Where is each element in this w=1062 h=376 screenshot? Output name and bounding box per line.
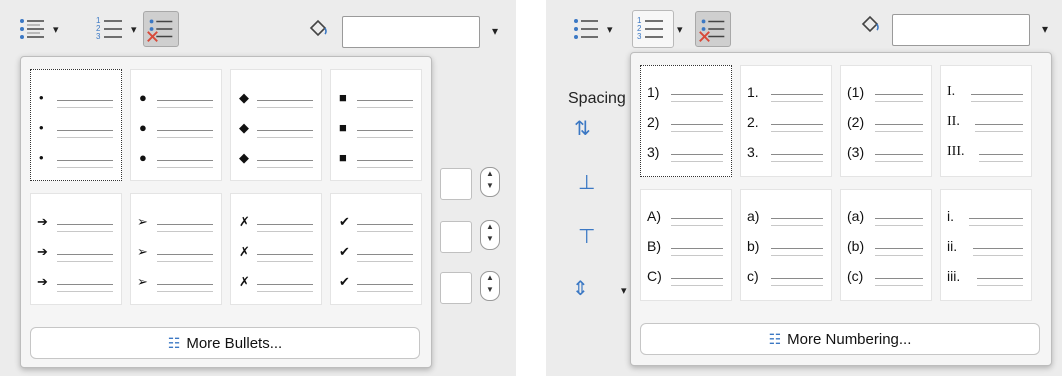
chevron-down-icon[interactable]: ▾ [677,23,683,36]
numbering-toolbar-button[interactable]: 1 2 3 ▾ [632,10,683,48]
highlight-color-combo[interactable] [342,16,480,48]
indent-spinner[interactable]: ▲ ▼ [480,271,500,301]
numbering-style-both-paren-lower-alpha[interactable]: (a) (b) (c) [840,189,932,301]
bullet-list-icon [14,11,50,47]
chevron-down-icon[interactable]: ▾ [131,23,137,36]
spacing-label: Spacing [568,90,626,107]
numbered-list-icon: 1 2 3 [632,10,674,48]
numbering-style-paren-arabic[interactable]: 1) 2) 3) [640,65,732,177]
numbered-list-icon: 1 2 3 [92,11,128,47]
list-settings-icon: ☷ [167,334,181,351]
line-spacing-icon[interactable]: ⇕ [572,276,589,301]
svg-text:3: 3 [637,32,642,41]
space-above-icon[interactable]: ⊥ [578,170,595,195]
bullet-style-arrowhead[interactable]: ➢ ➢ ➢ [130,193,222,305]
numbering-style-both-paren-arabic[interactable]: (1) (2) (3) [840,65,932,177]
numbering-style-paren-upper-alpha[interactable]: A) B) C) [640,189,732,301]
chevron-down-icon[interactable]: ▾ [1042,22,1048,36]
chevron-down-icon[interactable]: ▾ [607,23,613,36]
bullets-popup: • • • ● ● ● ◆ ◆ ◆ ■ ■ ■ ➔ ➔ ➔ ➢ ➢ ➢ ✗ ✗ … [20,56,432,368]
list-settings-icon: ☷ [768,330,782,347]
bullet-style-square[interactable]: ■ ■ ■ [330,69,422,181]
no-list-toolbar-button[interactable] [143,10,179,48]
indent-value-field[interactable] [440,168,472,200]
bullets-toolbar-button[interactable]: ▾ [568,10,613,48]
chevron-down-icon[interactable]: ▾ [492,24,498,38]
paint-bucket-icon[interactable] [306,18,330,48]
numbering-popup: 1) 2) 3) 1. 2. 3. (1) (2) (3) I. II. III… [630,52,1052,366]
numbering-toolbar-button[interactable]: 1 2 3 ▾ [92,10,137,48]
indent-value-field[interactable] [440,272,472,304]
bullet-style-arrow[interactable]: ➔ ➔ ➔ [30,193,122,305]
numbering-style-dot-arabic[interactable]: 1. 2. 3. [740,65,832,177]
remove-list-icon [143,11,179,47]
numbering-style-paren-lower-alpha[interactable]: a) b) c) [740,189,832,301]
no-list-toolbar-button[interactable] [695,10,731,48]
more-numbering-button[interactable]: ☷ More Numbering... [640,323,1040,355]
remove-list-icon [695,11,731,47]
bullet-list-icon [568,11,604,47]
more-bullets-button[interactable]: ☷ More Bullets... [30,327,420,359]
more-bullets-label: More Bullets... [186,334,283,352]
bullet-style-diamond[interactable]: ◆ ◆ ◆ [230,69,322,181]
numbering-style-upper-roman[interactable]: I. II. III. [940,65,1032,177]
bullets-toolbar-button[interactable]: ▾ [14,10,59,48]
svg-text:3: 3 [96,32,101,41]
indent-spinner[interactable]: ▲ ▼ [480,167,500,197]
paragraph-spacing-icon[interactable]: ⇅ [574,116,591,141]
highlight-color-combo[interactable] [892,14,1030,46]
bullets-panel: ▾ 1 2 3 ▾ ▾ ▲ ▼ ▲ ▼ ▲ ▼ • • • ● ● ● ◆ ◆ … [0,0,516,376]
chevron-down-icon[interactable]: ▾ [621,284,627,297]
indent-spinner[interactable]: ▲ ▼ [480,220,500,250]
paint-bucket-icon[interactable] [858,14,882,44]
indent-value-field[interactable] [440,221,472,253]
numbering-panel: ▾ 1 2 3 ▾ ▾ Spacing ⇅ ⊥ ⊤ ⇕ ▾ 1) 2) 3) 1… [546,0,1062,376]
chevron-down-icon[interactable]: ▾ [53,23,59,36]
numbering-style-lower-roman[interactable]: i. ii. iii. [940,189,1032,301]
bullet-style-check[interactable]: ✔ ✔ ✔ [330,193,422,305]
bullet-style-large-dot[interactable]: ● ● ● [130,69,222,181]
more-numbering-label: More Numbering... [787,330,912,348]
space-below-icon[interactable]: ⊤ [578,224,595,249]
bullet-style-small-dot[interactable]: • • • [30,69,122,181]
bullet-style-cross[interactable]: ✗ ✗ ✗ [230,193,322,305]
